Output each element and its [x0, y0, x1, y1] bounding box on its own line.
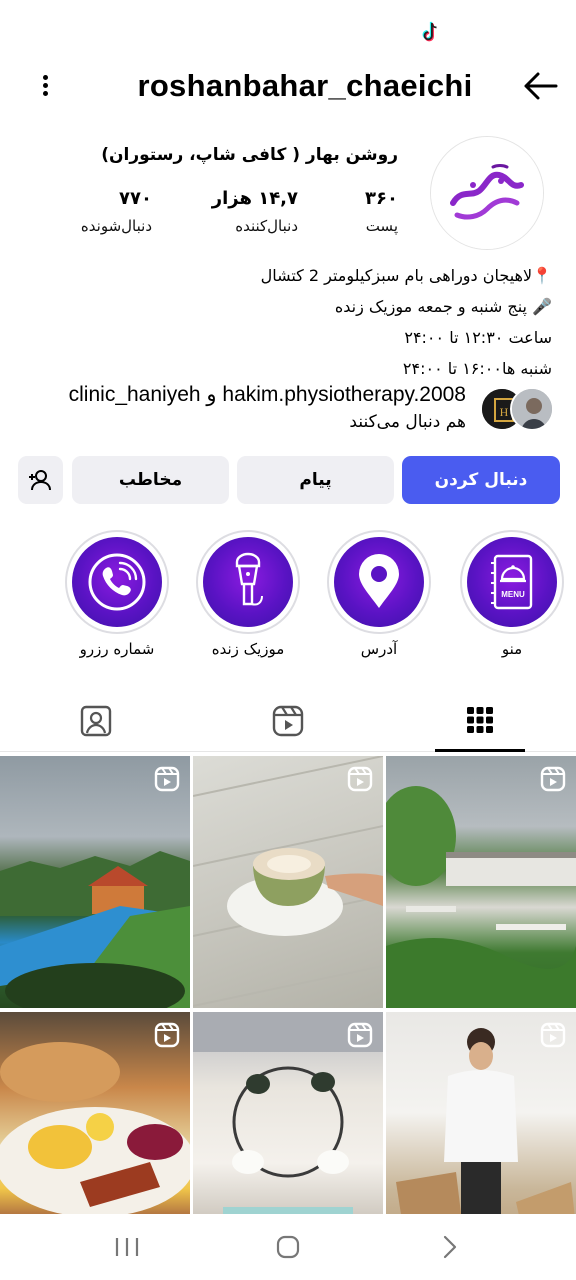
reels-icon	[272, 705, 304, 737]
profile-tabs	[0, 690, 576, 752]
following-count: ۷۷۰	[119, 188, 152, 209]
post-grid	[0, 756, 576, 1214]
post-image	[386, 786, 576, 1008]
followed-by-suffix: هم دنبال می‌کنند	[349, 412, 466, 432]
roshan-bahar-logo-icon	[431, 137, 543, 249]
post-thumbnail[interactable]	[193, 756, 383, 1008]
highlight-live-music[interactable]: موزیک زنده	[196, 530, 300, 658]
tiktok-icon	[422, 21, 437, 42]
svg-text:MENU: MENU	[501, 590, 525, 599]
add-user-icon	[28, 470, 51, 491]
post-thumbnail[interactable]	[0, 1012, 190, 1214]
home-button[interactable]	[268, 1232, 308, 1262]
post-image	[0, 851, 190, 1008]
follow-button[interactable]: دنبال کردن	[402, 456, 560, 504]
grid-icon	[467, 706, 493, 733]
highlight-reservation[interactable]: شماره رزرو	[65, 530, 169, 658]
phone-call-icon	[88, 553, 146, 611]
stat-followers[interactable]: ۱۴,۷ هزار دنبال‌کننده	[212, 188, 298, 235]
highlight-menu[interactable]: MENU منو	[460, 530, 564, 658]
following-label: دنبال‌شونده	[80, 217, 152, 235]
highlight-label: آدرس	[360, 640, 398, 658]
highlight-label: شماره رزرو	[79, 640, 155, 658]
more-options-icon[interactable]	[30, 72, 60, 102]
suggested-users-button[interactable]	[18, 456, 63, 504]
profile-avatar[interactable]	[430, 136, 544, 250]
profile-bio: 📍لاهیجان دوراهی بام سبزکیلومتر 2 کتشال 🎤…	[32, 260, 552, 384]
avatar	[510, 387, 554, 431]
microphone-icon	[235, 552, 263, 606]
profile-header: roshanbahar_chaeichi	[0, 60, 576, 116]
tab-tagged[interactable]	[51, 690, 141, 752]
posts-count: ۳۶۰	[365, 188, 398, 209]
tab-grid[interactable]	[435, 690, 525, 752]
reel-badge-icon	[540, 1022, 566, 1048]
message-button[interactable]: پیام	[237, 456, 394, 504]
bio-line: ساعت ۱۲:۳۰ تا ۲۴:۰۰	[404, 328, 552, 347]
home-icon	[276, 1235, 300, 1259]
bio-line: شنبه ها۱۶:۰۰ تا ۲۴:۰۰	[402, 359, 552, 378]
post-thumbnail[interactable]	[386, 1012, 576, 1214]
profile-username: roshanbahar_chaeichi	[137, 68, 473, 103]
stat-following[interactable]: ۷۷۰ دنبال‌شونده	[81, 188, 152, 235]
followed-by-names: clinic_haniyeh و hakim.physiotherapy.200…	[68, 383, 466, 406]
post-thumbnail[interactable]	[193, 1012, 383, 1214]
tagged-icon	[80, 705, 112, 737]
posts-label: پست	[365, 217, 398, 235]
highlight-address[interactable]: آدرس	[327, 530, 431, 658]
system-back-button[interactable]	[430, 1232, 470, 1262]
highlight-label: منو	[501, 640, 523, 658]
reel-badge-icon	[154, 1022, 180, 1048]
reel-badge-icon	[347, 766, 373, 792]
profile-display-name: روشن بهار ( کافی شاپ، رستوران)	[101, 145, 398, 165]
bio-line: 🎤 پنج شنبه و جمعه موزیک زنده	[334, 297, 552, 316]
location-pin-icon	[359, 554, 399, 608]
status-bar	[0, 0, 576, 60]
reel-badge-icon	[154, 766, 180, 792]
back-arrow-icon[interactable]	[522, 70, 558, 102]
menu-book-icon: MENU	[491, 554, 533, 610]
contact-button[interactable]: مخاطب	[72, 456, 229, 504]
followed-by[interactable]: H clinic_haniyeh و hakim.physiotherapy.2…	[0, 382, 576, 442]
post-thumbnail[interactable]	[0, 756, 190, 1008]
followers-label: دنبال‌کننده	[235, 217, 298, 235]
followers-count: ۱۴,۷ هزار	[211, 188, 298, 209]
system-nav-bar	[0, 1214, 576, 1280]
tab-reels[interactable]	[243, 690, 333, 752]
recent-apps-icon	[115, 1238, 139, 1256]
reel-badge-icon	[540, 766, 566, 792]
post-image	[193, 756, 383, 1007]
followed-by-avatars: H	[478, 387, 554, 433]
post-thumbnail[interactable]	[386, 756, 576, 1008]
svg-text:H: H	[500, 405, 509, 419]
highlight-label: موزیک زنده	[211, 640, 285, 658]
chevron-right-icon	[443, 1235, 457, 1259]
reel-badge-icon	[347, 1022, 373, 1048]
recent-apps-button[interactable]	[107, 1232, 147, 1262]
bio-line: 📍لاهیجان دوراهی بام سبزکیلومتر 2 کتشال	[260, 266, 552, 285]
stat-posts[interactable]: ۳۶۰ پست	[365, 188, 398, 235]
